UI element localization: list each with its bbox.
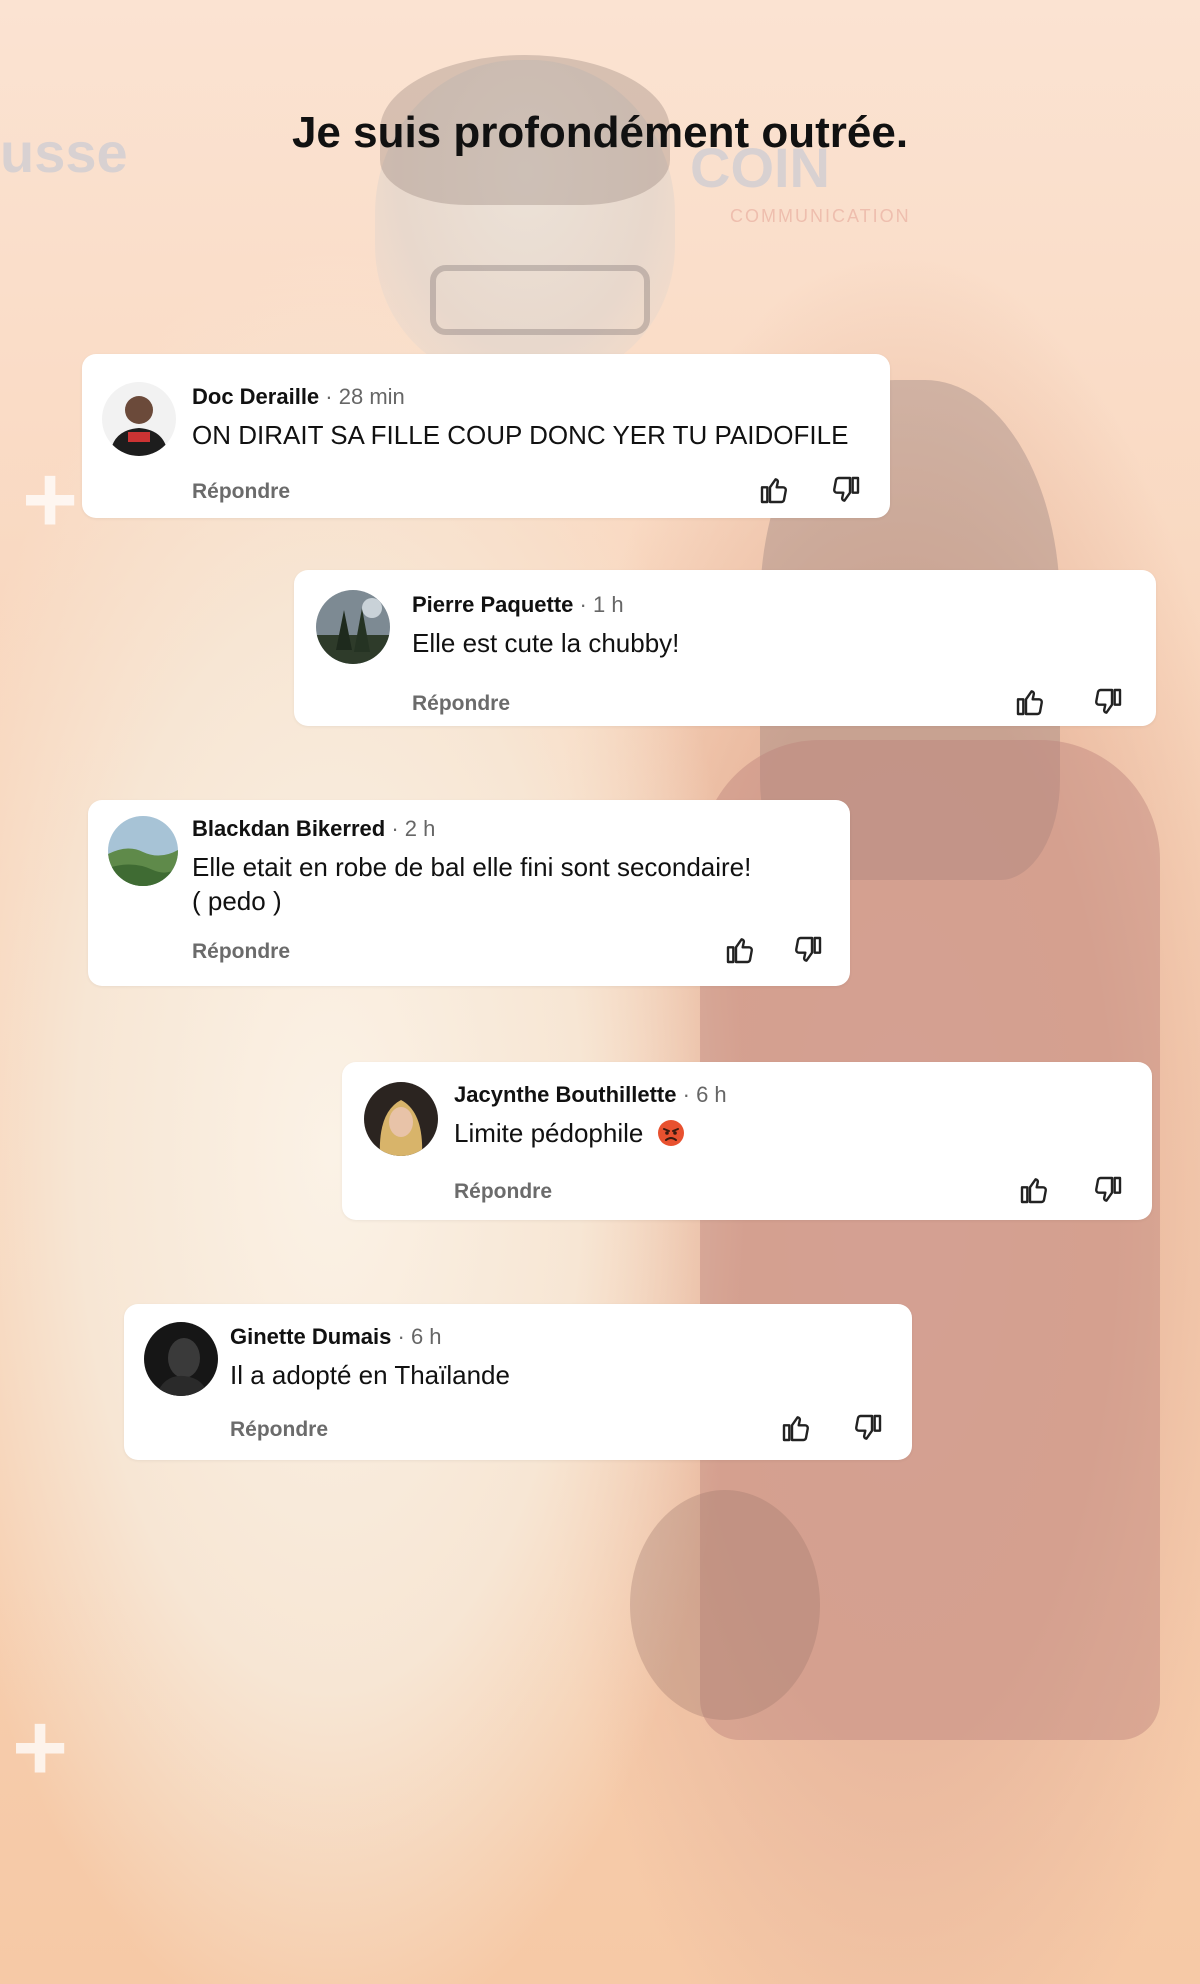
timestamp: 2 h [404, 816, 436, 841]
comment-meta: Pierre Paquette · 1 h [412, 592, 624, 618]
author-name[interactable]: Doc Deraille [192, 384, 319, 409]
man-glasses-shape [430, 265, 650, 335]
avatar[interactable] [364, 1082, 438, 1156]
author-name[interactable]: Pierre Paquette [412, 592, 573, 617]
thumbs-down-icon[interactable] [830, 474, 862, 506]
reply-button[interactable]: Répondre [192, 480, 290, 504]
comment-meta: Ginette Dumais · 6 h [230, 1324, 442, 1350]
comment-text-line-2: ( pedo ) [192, 886, 282, 916]
comment-text: ON DIRAIT SA FILLE COUP DONC YER TU PAID… [192, 420, 849, 450]
avatar[interactable] [102, 382, 176, 456]
comment-text: Elle est cute la chubby! [412, 628, 680, 658]
comment-card: Blackdan Bikerred · 2 h Elle etait en ro… [88, 800, 850, 986]
handbag-shape [630, 1490, 820, 1720]
comment-card: Pierre Paquette · 1 h Elle est cute la c… [294, 570, 1156, 726]
comment-text: Limite pédophile [454, 1118, 644, 1148]
comment-card: Ginette Dumais · 6 h Il a adopté en Thaï… [124, 1304, 912, 1460]
comment-meta: Jacynthe Bouthillette · 6 h [454, 1082, 727, 1108]
timestamp: 6 h [410, 1324, 442, 1349]
thumbs-up-icon[interactable] [724, 934, 756, 966]
backdrop-plus-icon: + [12, 1694, 69, 1801]
thumbs-down-icon[interactable] [852, 1412, 884, 1444]
separator: · [391, 816, 399, 841]
thumbs-up-icon[interactable] [1014, 686, 1046, 718]
backdrop-logo-sub: COMMUNICATION [730, 206, 911, 226]
thumbs-up-icon[interactable] [780, 1412, 812, 1444]
reply-button[interactable]: Répondre [192, 940, 290, 964]
backdrop-plus-icon: + [22, 446, 79, 553]
timestamp: 28 min [338, 384, 405, 409]
angry-face-emoji [657, 1120, 684, 1146]
reply-button[interactable]: Répondre [230, 1418, 328, 1442]
separator: · [682, 1082, 690, 1107]
author-name[interactable]: Jacynthe Bouthillette [454, 1082, 676, 1107]
author-name[interactable]: Blackdan Bikerred [192, 816, 385, 841]
comment-text: Il a adopté en Thaïlande [230, 1360, 510, 1390]
separator: · [579, 592, 587, 617]
story-headline: Je suis profondément outrée. [291, 108, 909, 157]
timestamp: 1 h [592, 592, 624, 617]
reply-button[interactable]: Répondre [454, 1180, 552, 1204]
separator: · [397, 1324, 405, 1349]
avatar[interactable] [144, 1322, 218, 1396]
thumbs-down-icon[interactable] [1092, 1174, 1124, 1206]
thumbs-up-icon[interactable] [1018, 1174, 1050, 1206]
thumbs-down-icon[interactable] [792, 934, 824, 966]
comment-meta: Doc Deraille · 28 min [192, 384, 405, 410]
comment-card: Doc Deraille · 28 min ON DIRAIT SA FILLE… [82, 354, 890, 518]
author-name[interactable]: Ginette Dumais [230, 1324, 391, 1349]
thumbs-down-icon[interactable] [1092, 686, 1124, 718]
timestamp: 6 h [696, 1082, 727, 1107]
separator: · [325, 384, 333, 409]
avatar[interactable] [316, 590, 390, 664]
background-photo: + + usse COIN COMMUNICATION [0, 0, 1200, 1984]
avatar[interactable] [108, 816, 178, 886]
comment-text-line-1: Elle etait en robe de bal elle fini sont… [192, 852, 752, 882]
comment-card: Jacynthe Bouthillette · 6 h Limite pédop… [342, 1062, 1152, 1220]
comment-text-row: Limite pédophile [454, 1116, 685, 1150]
thumbs-up-icon[interactable] [758, 474, 790, 506]
reply-button[interactable]: Répondre [412, 692, 510, 716]
comment-meta: Blackdan Bikerred · 2 h [192, 816, 435, 842]
